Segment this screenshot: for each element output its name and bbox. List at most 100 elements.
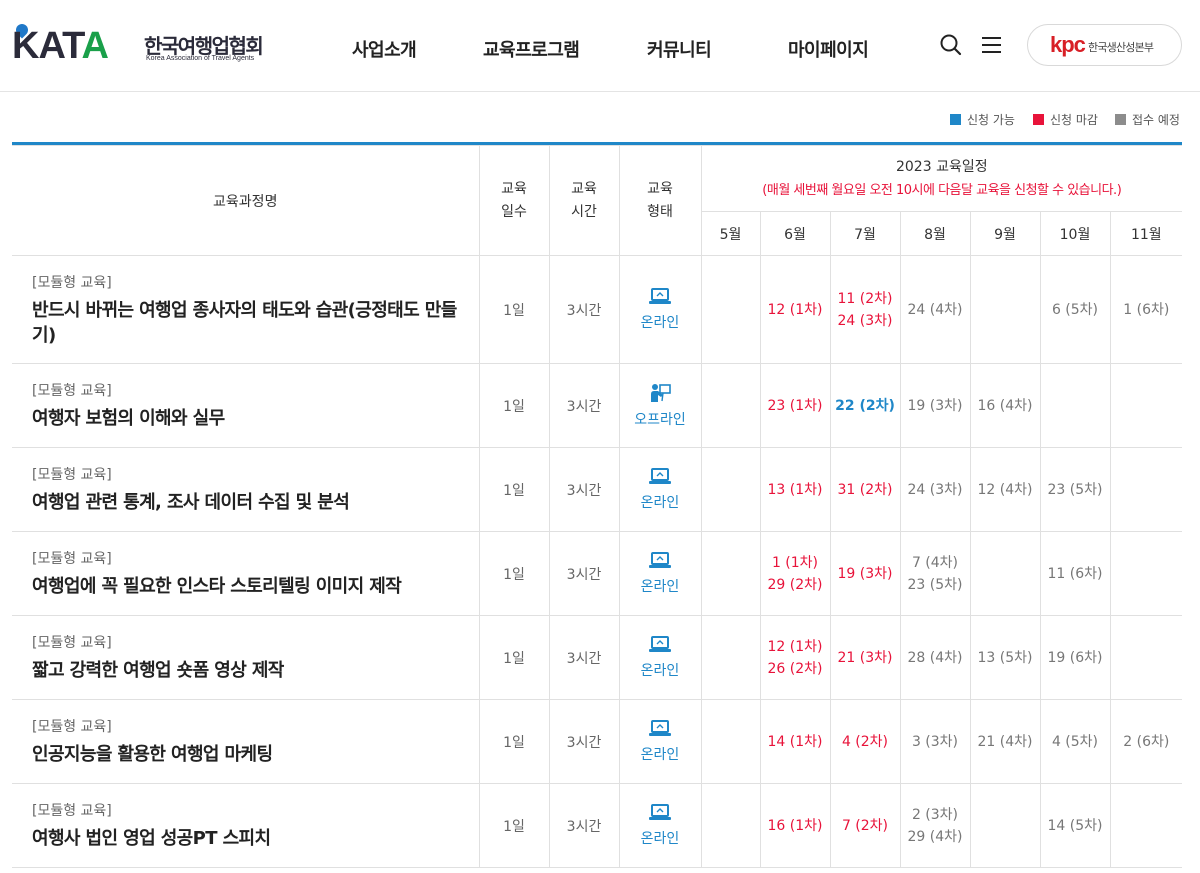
course-cell[interactable]: [모듈형 교육] 여행자 보험의 이해와 실무: [12, 363, 480, 448]
course-category: [모듈형 교육]: [32, 803, 112, 819]
header-month: 11월: [1109, 211, 1183, 256]
session-date: 7 (4차): [911, 554, 959, 571]
table-row[interactable]: [모듈형 교육] 인공지능을 활용한 여행업 마케팅 1일 3시간 온라인 14 (1차)…: [12, 699, 1183, 784]
month-cell: 12 (1차) 26 (2차): [759, 615, 831, 700]
session-date: 16 (4차): [977, 397, 1033, 414]
course-cell[interactable]: [모듈형 교육] 여행업 관련 통계, 조사 데이터 수집 및 분석: [12, 447, 480, 532]
session-date: 26 (2차): [767, 660, 823, 677]
course-cell[interactable]: [모듈형 교육] 인공지능을 활용한 여행업 마케팅: [12, 699, 480, 784]
nav-item-education[interactable]: 교육프로그램: [483, 36, 580, 62]
month-cell: 4 (5차): [1039, 699, 1111, 784]
legend-swatch-gray: [1115, 114, 1126, 125]
month-cell: [1109, 447, 1183, 532]
session-date: 19 (3차): [907, 397, 963, 414]
course-category: [모듈형 교육]: [32, 467, 112, 483]
table-row[interactable]: [모듈형 교육] 여행사 법인 영업 성공PT 스피치 1일 3시간 온라인 16 (1차…: [12, 783, 1183, 868]
month-cell: 21 (3차): [829, 615, 901, 700]
course-title[interactable]: 인공지능을 활용한 여행업 마케팅: [32, 742, 459, 767]
course-type-label: 오프라인: [634, 411, 686, 428]
course-cell[interactable]: [모듈형 교육] 짧고 강력한 여행업 숏폼 영상 제작: [12, 615, 480, 700]
course-title[interactable]: 여행업 관련 통계, 조사 데이터 수집 및 분석: [32, 490, 459, 515]
hamburger-menu-icon[interactable]: [980, 33, 1004, 57]
session-date: 3 (3차): [911, 733, 959, 750]
course-type: 온라인: [618, 531, 702, 616]
month-cell: 19 (3차): [829, 531, 901, 616]
laptop-icon: [620, 551, 701, 574]
session-date: 23 (5차): [907, 576, 963, 593]
search-icon[interactable]: [939, 33, 963, 57]
kpc-partner-button[interactable]: kpc 한국생산성본부: [1027, 24, 1182, 66]
month-cell: 12 (1차): [759, 255, 831, 364]
course-days: 1일: [478, 363, 550, 448]
month-cell: 2 (3차) 29 (4차): [899, 783, 971, 868]
header-course-name: 교육과정명: [12, 145, 480, 256]
course-type-label: 온라인: [640, 314, 680, 331]
month-cell: 2 (6차): [1109, 699, 1183, 784]
session-date: 16 (1차): [767, 817, 823, 834]
course-type: 오프라인: [618, 363, 702, 448]
table-row[interactable]: [모듈형 교육] 여행자 보험의 이해와 실무 1일 3시간 오프라인 23 (1차) 22…: [12, 363, 1183, 448]
month-cell: [700, 363, 761, 448]
course-hours: 3시간: [548, 615, 620, 700]
table-row[interactable]: [모듈형 교육] 여행업에 꼭 필요한 인스타 스토리텔링 이미지 제작 1일 3시간…: [12, 531, 1183, 616]
session-date: 29 (2차): [767, 576, 823, 593]
session-date[interactable]: 22 (2차): [831, 395, 900, 417]
session-date: 7 (2차): [841, 817, 889, 834]
course-type-label: 온라인: [640, 662, 680, 679]
session-date: 12 (1차): [767, 638, 823, 655]
session-date: 29 (4차): [907, 828, 963, 845]
course-category: [모듈형 교육]: [32, 551, 112, 567]
course-cell[interactable]: [모듈형 교육] 반드시 바뀌는 여행업 종사자의 태도와 습관(긍정태도 만들기…: [12, 255, 480, 364]
month-cell: [1039, 363, 1111, 448]
header-hours: 교육 시간: [548, 145, 620, 256]
table-row[interactable]: [모듈형 교육] 여행업 관련 통계, 조사 데이터 수집 및 분석 1일 3시간 온라…: [12, 447, 1183, 532]
course-type-label: 온라인: [640, 494, 680, 511]
nav-item-community[interactable]: 커뮤니티: [647, 36, 712, 62]
schedule-table: 교육과정명 교육 일수 교육 시간 교육 형태 2023 교육일정 (매월 세번째 월…: [12, 142, 1183, 868]
session-date: 31 (2차): [837, 481, 893, 498]
month-cell: [1109, 615, 1183, 700]
legend-available: 신청 가능: [950, 111, 1015, 128]
kata-logo[interactable]: KATA 한국여행업협회 Korea Association of Travel…: [12, 21, 272, 66]
course-title[interactable]: 반드시 바뀌는 여행업 종사자의 태도와 습관(긍정태도 만들기): [32, 298, 459, 348]
course-title[interactable]: 여행사 법인 영업 성공PT 스피치: [32, 826, 459, 851]
laptop-icon: [620, 467, 701, 490]
month-cell: 1 (1차) 29 (2차): [759, 531, 831, 616]
session-date: 21 (3차): [837, 649, 893, 666]
course-cell[interactable]: [모듈형 교육] 여행업에 꼭 필요한 인스타 스토리텔링 이미지 제작: [12, 531, 480, 616]
session-date: 12 (1차): [767, 301, 823, 318]
month-cell: [1109, 531, 1183, 616]
header-days: 교육 일수: [478, 145, 550, 256]
course-title[interactable]: 짧고 강력한 여행업 숏폼 영상 제작: [32, 658, 459, 683]
course-title[interactable]: 여행자 보험의 이해와 실무: [32, 406, 459, 431]
table-row[interactable]: [모듈형 교육] 짧고 강력한 여행업 숏폼 영상 제작 1일 3시간 온라인 12 (1…: [12, 615, 1183, 700]
course-title[interactable]: 여행업에 꼭 필요한 인스타 스토리텔링 이미지 제작: [32, 574, 459, 599]
month-cell: 24 (4차): [899, 255, 971, 364]
session-date: 28 (4차): [907, 649, 963, 666]
month-cell: 16 (1차): [759, 783, 831, 868]
course-type: 온라인: [618, 615, 702, 700]
session-date: 13 (5차): [977, 649, 1033, 666]
session-date: 24 (3차): [907, 481, 963, 498]
month-cell: 24 (3차): [899, 447, 971, 532]
course-cell[interactable]: [모듈형 교육] 여행사 법인 영업 성공PT 스피치: [12, 783, 480, 868]
session-date: 4 (5차): [1051, 733, 1099, 750]
month-cell: 12 (4차): [969, 447, 1041, 532]
session-date: 12 (4차): [977, 481, 1033, 498]
month-cell: 11 (2차) 24 (3차): [829, 255, 901, 364]
month-cell: 6 (5차): [1039, 255, 1111, 364]
course-type: 온라인: [618, 255, 702, 364]
nav-item-mypage[interactable]: 마이페이지: [788, 36, 869, 62]
table-row[interactable]: [모듈형 교육] 반드시 바뀌는 여행업 종사자의 태도와 습관(긍정태도 만들기…: [12, 255, 1183, 364]
nav-item-business[interactable]: 사업소개: [352, 36, 417, 62]
session-date: 21 (4차): [977, 733, 1033, 750]
month-cell: 28 (4차): [899, 615, 971, 700]
schedule-note: (매월 세번째 월요일 오전 10시에 다음달 교육을 신청할 수 있습니다.): [762, 182, 1122, 198]
header-month: 5월: [701, 211, 761, 256]
session-date: 13 (1차): [767, 481, 823, 498]
session-date: 14 (5차): [1047, 817, 1103, 834]
laptop-icon: [620, 803, 701, 826]
month-cell: [1109, 783, 1183, 868]
site-header: KATA 한국여행업협회 Korea Association of Travel…: [0, 0, 1200, 92]
laptop-icon: [620, 635, 701, 658]
